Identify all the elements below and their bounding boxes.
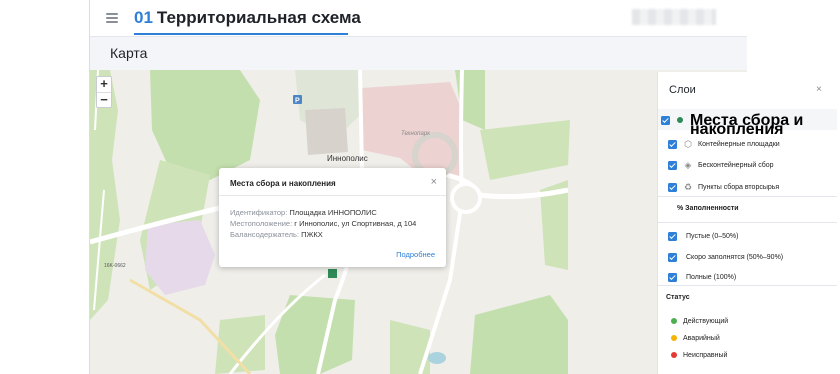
fill-item-checkbox[interactable] [668,253,677,262]
popup-close-icon[interactable]: × [431,176,437,188]
status-section-title: Статус [666,294,690,301]
popup-row-value: г Иннополис, ул Спортивная, д 104 [294,219,417,228]
zoom-controls: + − [96,76,112,108]
recycle-icon: ♻ [683,182,693,192]
section-bar: Карта [90,36,747,70]
zoom-in-button[interactable]: + [97,77,111,92]
popup-row-value: ПЖКХ [301,230,323,239]
popup-row-owner: Балансодержатель: ПЖКХ [230,230,323,239]
fill-item-empty[interactable]: Пустые (0–50%) [658,225,837,247]
title-underline [134,33,348,35]
app-window: 01 Территориальная схема Карта Иннополис… [89,0,837,374]
layer-group-row[interactable]: Места сбора и накопления [658,109,837,138]
layers-divider [658,196,837,197]
status-yellow-dot-icon [671,335,677,341]
layer-item-checkbox[interactable] [668,183,677,192]
layer-item-checkbox[interactable] [668,161,677,170]
popup-more-link[interactable]: Подробнее [396,250,435,259]
popup-row-value: Площадка ИННОПОЛИС [289,208,377,217]
layers-icon: ◈ [684,160,692,170]
layer-item-recycling[interactable]: ♻ Пункты сбора вторсырья [658,176,837,198]
status-red-dot-icon [671,352,677,358]
popup-row-key: Местоположение: [230,219,293,228]
fill-item-checkbox[interactable] [668,273,677,282]
fill-item-label: Пустые (0–50%) [686,233,739,240]
fill-item-soon-full[interactable]: Скоро заполнятся (50%–90%) [658,246,837,268]
layers-panel: Слои × Места сбора и накопления ⬡ Контей… [657,72,837,374]
fill-item-label: Скоро заполнятся (50%–90%) [686,254,784,261]
popup-row-location: Местоположение: г Иннополис, ул Спортивн… [230,219,416,228]
layers-title: Слои [669,84,696,96]
layer-group-label: Места сбора и накопления [690,112,804,138]
layer-group-checkbox[interactable] [661,116,670,125]
layer-item-containerless[interactable]: ◈ Бесконтейнерный сбор [658,154,837,176]
section-title: Карта [110,45,148,61]
layers-divider [658,222,837,223]
map-view[interactable]: Иннополис Технопарк 16K-0662 P + − Места… [90,70,747,374]
layers-divider [658,285,837,286]
layers-close-icon[interactable]: × [816,84,822,95]
user-avatar-blurred[interactable] [632,9,716,25]
status-green-dot-icon [671,318,677,324]
popup-divider [219,195,446,196]
map-parking-label: P [295,98,300,105]
layer-item-label: Контейнерные площадки [698,141,780,148]
popup-row-key: Балансодержатель: [230,230,300,239]
page-number: 01 [134,8,153,27]
map-city-label: Иннополис [327,154,368,163]
map-road-label: 16K-0662 [104,263,126,269]
fill-item-label: Полные (100%) [686,274,737,281]
layer-item-label: Бесконтейнерный сбор [698,162,774,169]
hamburger-menu-icon[interactable] [106,13,118,23]
popup-row-key: Идентификатор: [230,208,288,217]
layer-item-checkbox[interactable] [668,140,677,149]
status-item-broken: Неисправный [658,346,837,368]
layer-group-dot-icon [677,117,683,123]
status-item-label: Аварийный [683,335,720,342]
status-item-label: Неисправный [683,352,728,359]
info-popup: Места сбора и накопления × Идентификатор… [219,168,446,267]
layer-item-containers[interactable]: ⬡ Контейнерные площадки [658,133,837,155]
popup-title: Места сбора и накопления [230,179,336,188]
cube-icon: ⬡ [684,139,692,149]
fill-section-title: % Заполненности [677,205,739,212]
zoom-out-button[interactable]: − [97,92,111,107]
status-item-label: Действующий [683,318,729,325]
layer-item-label: Пункты сбора вторсырья [698,184,780,191]
map-technopark-label: Технопарк [401,131,431,137]
fill-item-checkbox[interactable] [668,232,677,241]
page-title: 01 Территориальная схема [134,8,361,28]
popup-row-id: Идентификатор: Площадка ИННОПОЛИС [230,208,377,217]
map-marker-icon [328,269,337,278]
page-title-text: Территориальная схема [156,8,361,27]
